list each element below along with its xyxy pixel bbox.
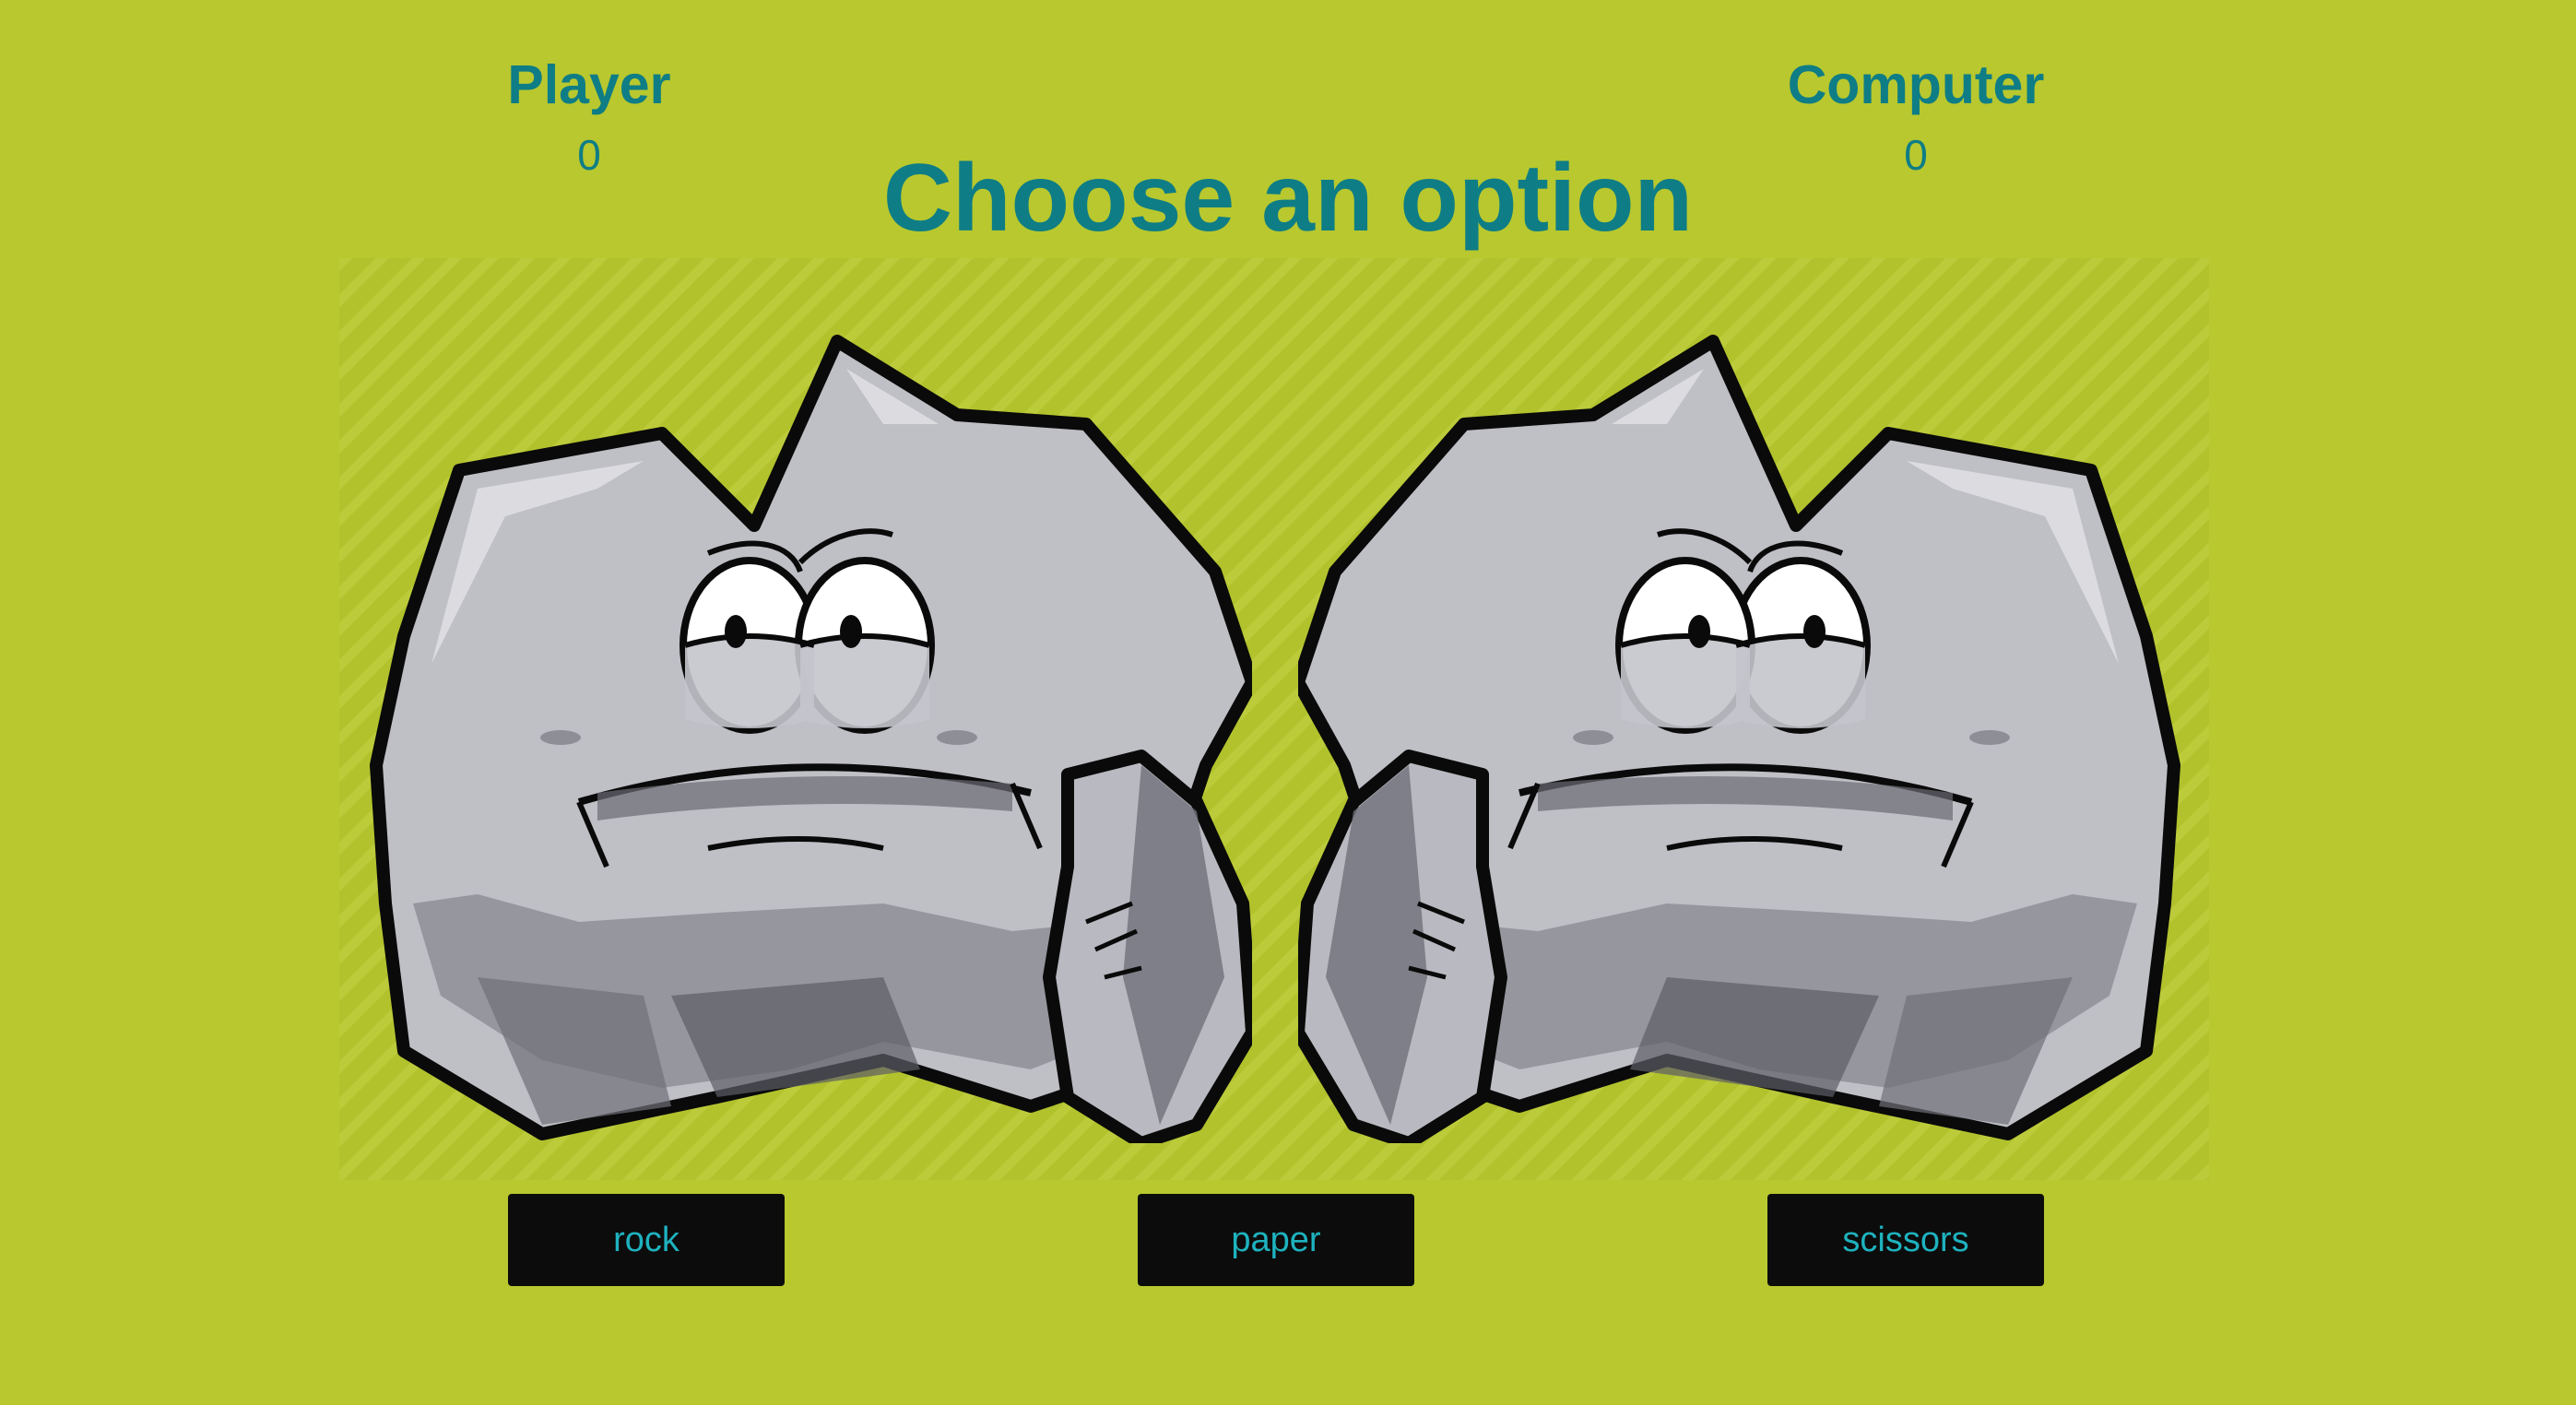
page-title: Choose an option bbox=[882, 145, 1694, 252]
hands-stage bbox=[339, 258, 2209, 1180]
player-hand-rock-icon bbox=[367, 332, 1252, 1143]
game-screen: Player 0 Computer 0 Choose an option roc… bbox=[0, 0, 2576, 1405]
computer-hand-rock-icon bbox=[1298, 332, 2183, 1143]
player-label: Player bbox=[507, 54, 671, 115]
rock-icon bbox=[1298, 335, 2180, 1143]
computer-label: Computer bbox=[1787, 54, 2045, 115]
rock-icon bbox=[370, 335, 1252, 1143]
paper-button[interactable]: paper bbox=[1138, 1194, 1414, 1286]
scissors-button[interactable]: scissors bbox=[1767, 1194, 2044, 1286]
rock-button[interactable]: rock bbox=[508, 1194, 785, 1286]
